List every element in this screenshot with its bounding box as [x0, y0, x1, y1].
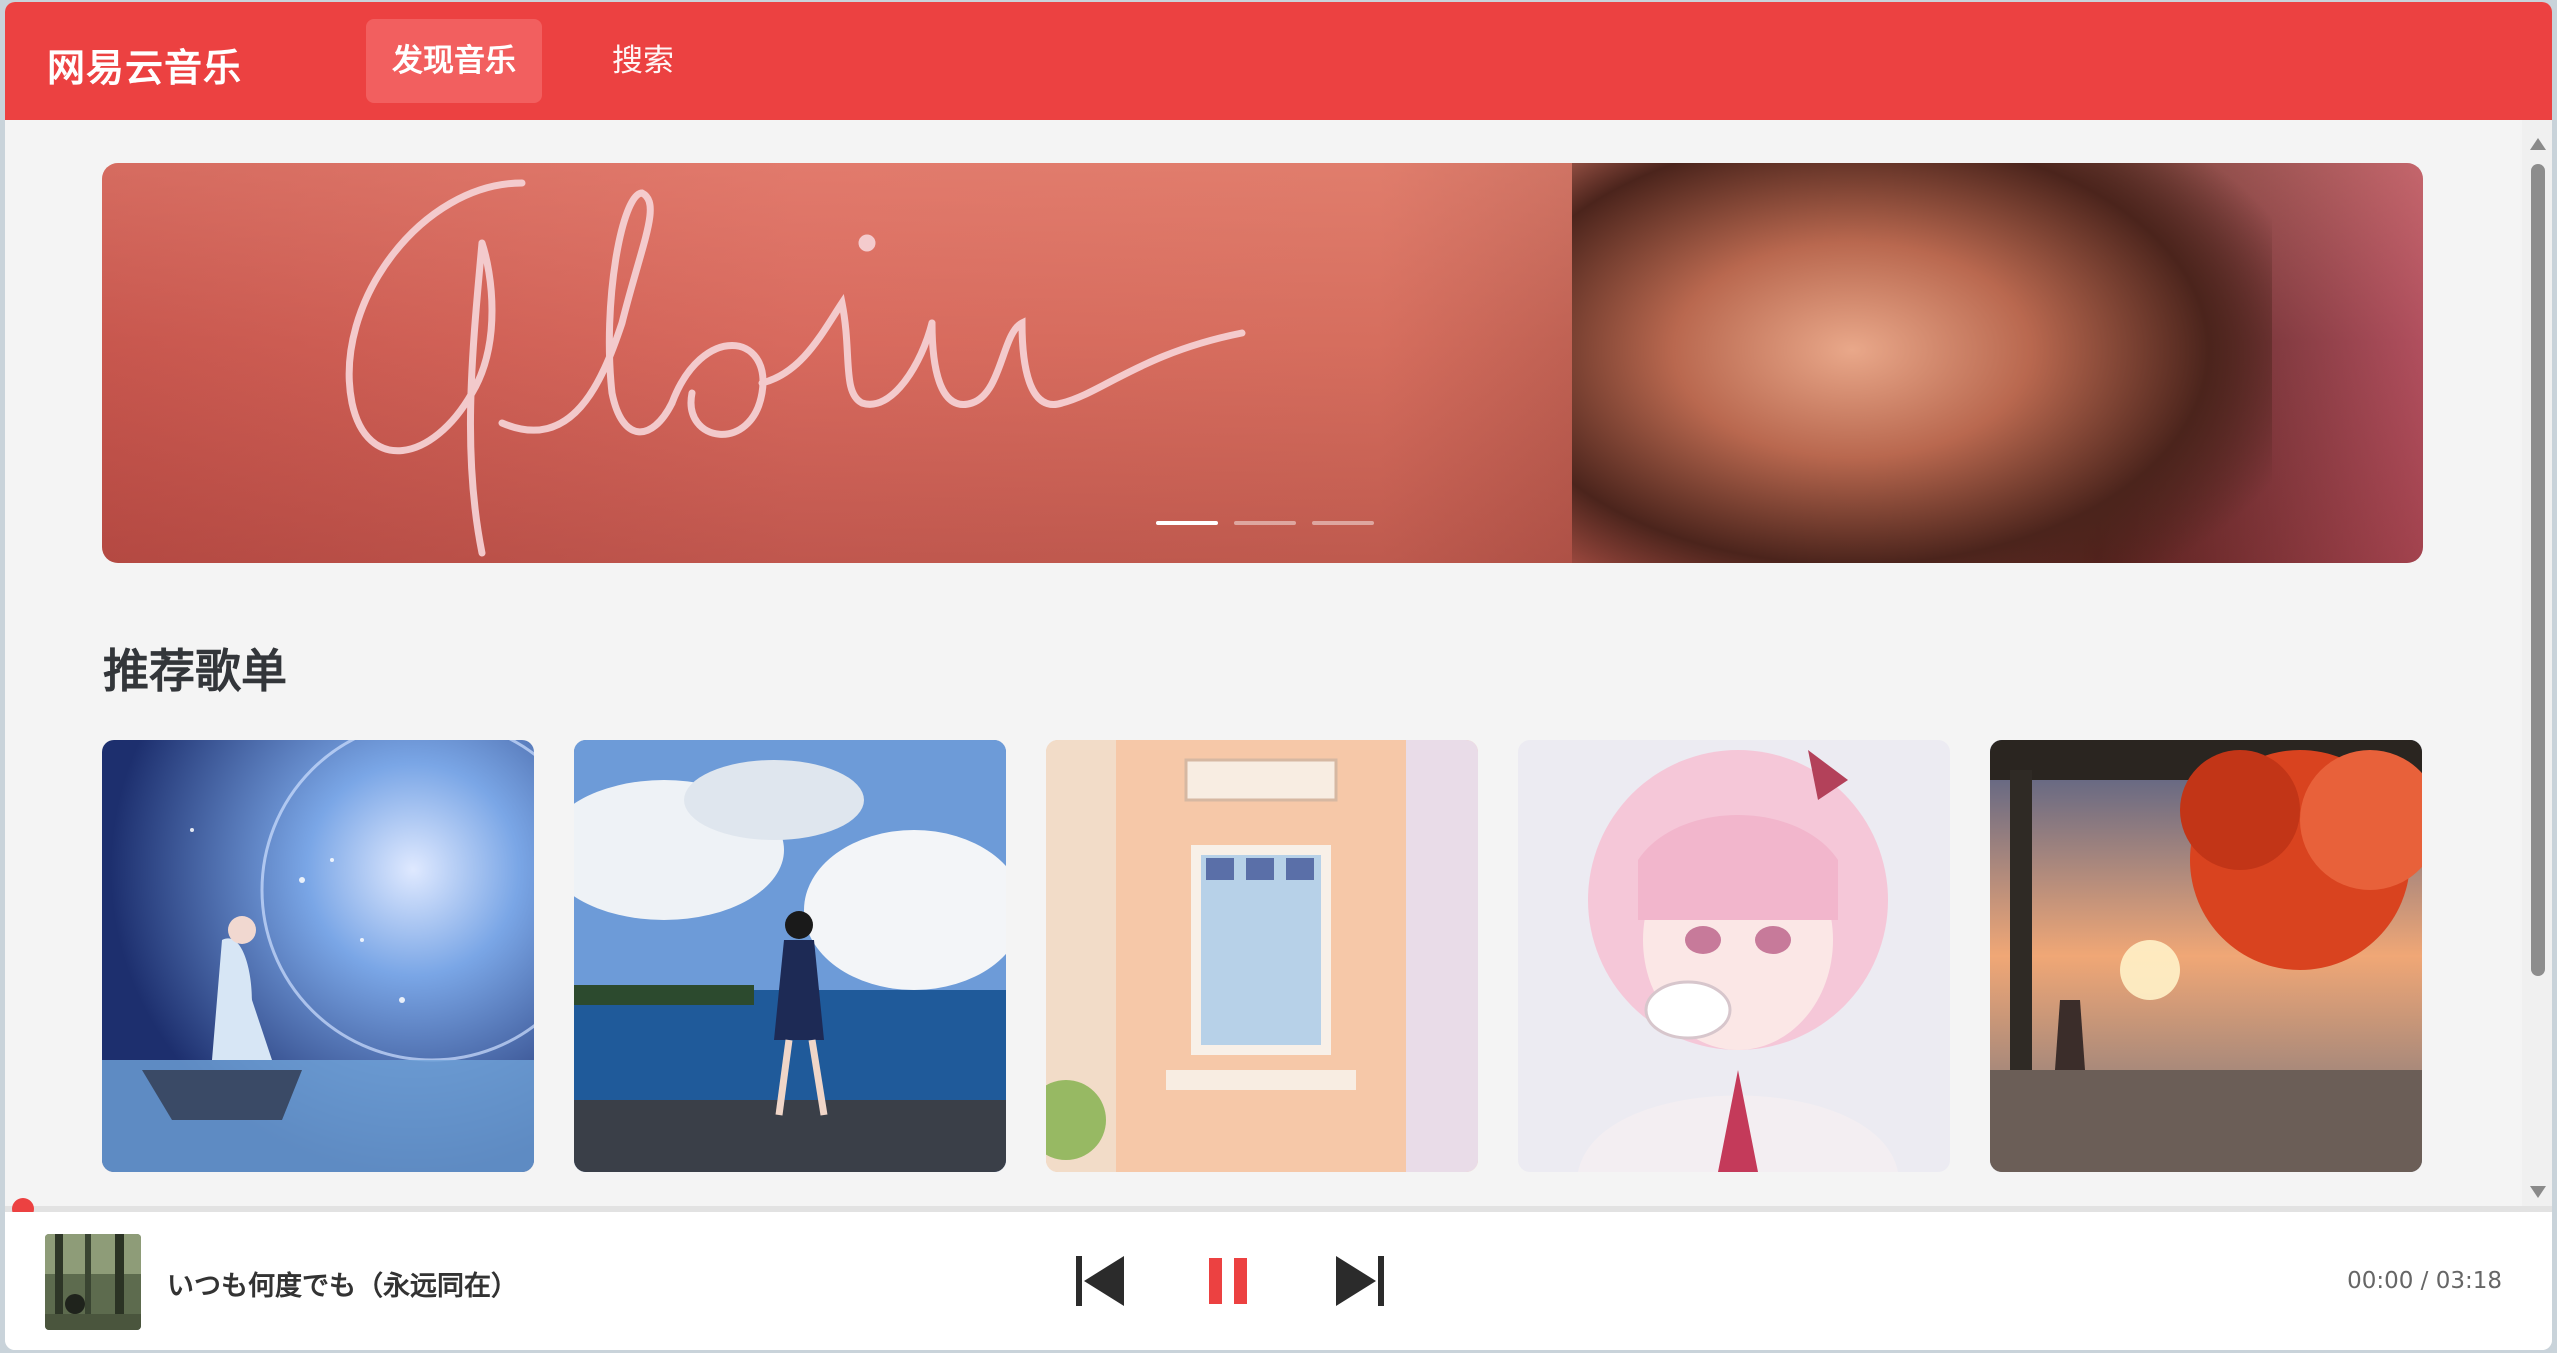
pause-icon[interactable]	[1205, 1252, 1251, 1310]
scroll-up-arrow-icon[interactable]	[2530, 138, 2546, 150]
playlist-cover-building	[1046, 740, 1478, 1172]
playlist-card-3[interactable]	[1046, 740, 1478, 1172]
banner-dot-1[interactable]	[1156, 521, 1218, 525]
banner-dot-2[interactable]	[1234, 521, 1296, 525]
main-content: 推荐歌单	[5, 120, 2522, 1208]
app-window: 网易云音乐 发现音乐 搜索 推荐歌单 いつも何度でも（永远同在） 00:00 /…	[5, 2, 2552, 1350]
playlist-card-2[interactable]	[574, 740, 1006, 1172]
banner-script-lettering	[345, 179, 1246, 557]
top-header: 网易云音乐 发现音乐 搜索	[5, 2, 2552, 120]
now-playing-cover[interactable]	[45, 1234, 141, 1330]
playback-time: 00:00 / 03:18	[2347, 1268, 2502, 1294]
banner-portrait-image	[1572, 163, 2272, 563]
playlist-cover-pink-girl	[1518, 740, 1950, 1172]
playlist-card-5[interactable]	[1990, 740, 2422, 1172]
playlist-cover-autumn-tree	[1990, 740, 2422, 1172]
previous-track-icon[interactable]	[1072, 1252, 1130, 1310]
banner-dot-3[interactable]	[1312, 521, 1374, 525]
playlist-card-4[interactable]	[1518, 740, 1950, 1172]
tab-discover-music[interactable]: 发现音乐	[366, 19, 542, 103]
next-track-icon[interactable]	[1330, 1252, 1388, 1310]
playlist-grid	[102, 740, 2422, 1172]
vertical-scrollbar[interactable]	[2522, 120, 2552, 1208]
playlist-card-1[interactable]	[102, 740, 534, 1172]
scroll-down-arrow-icon[interactable]	[2530, 1186, 2546, 1198]
app-logo[interactable]: 网易云音乐	[47, 37, 242, 92]
player-bar: いつも何度でも（永远同在） 00:00 / 03:18	[5, 1212, 2552, 1350]
cover-forest-image	[45, 1234, 141, 1330]
banner-carousel[interactable]	[102, 163, 2423, 563]
section-title-recommended: 推荐歌单	[103, 644, 287, 698]
now-playing-title: いつも何度でも（永远同在）	[167, 1271, 518, 1302]
playlist-cover-seaside	[574, 740, 1006, 1172]
tab-search[interactable]: 搜索	[587, 19, 699, 103]
banner-indicator	[1156, 521, 1374, 525]
scroll-thumb[interactable]	[2531, 164, 2545, 976]
playlist-cover-moon-boat	[102, 740, 534, 1172]
